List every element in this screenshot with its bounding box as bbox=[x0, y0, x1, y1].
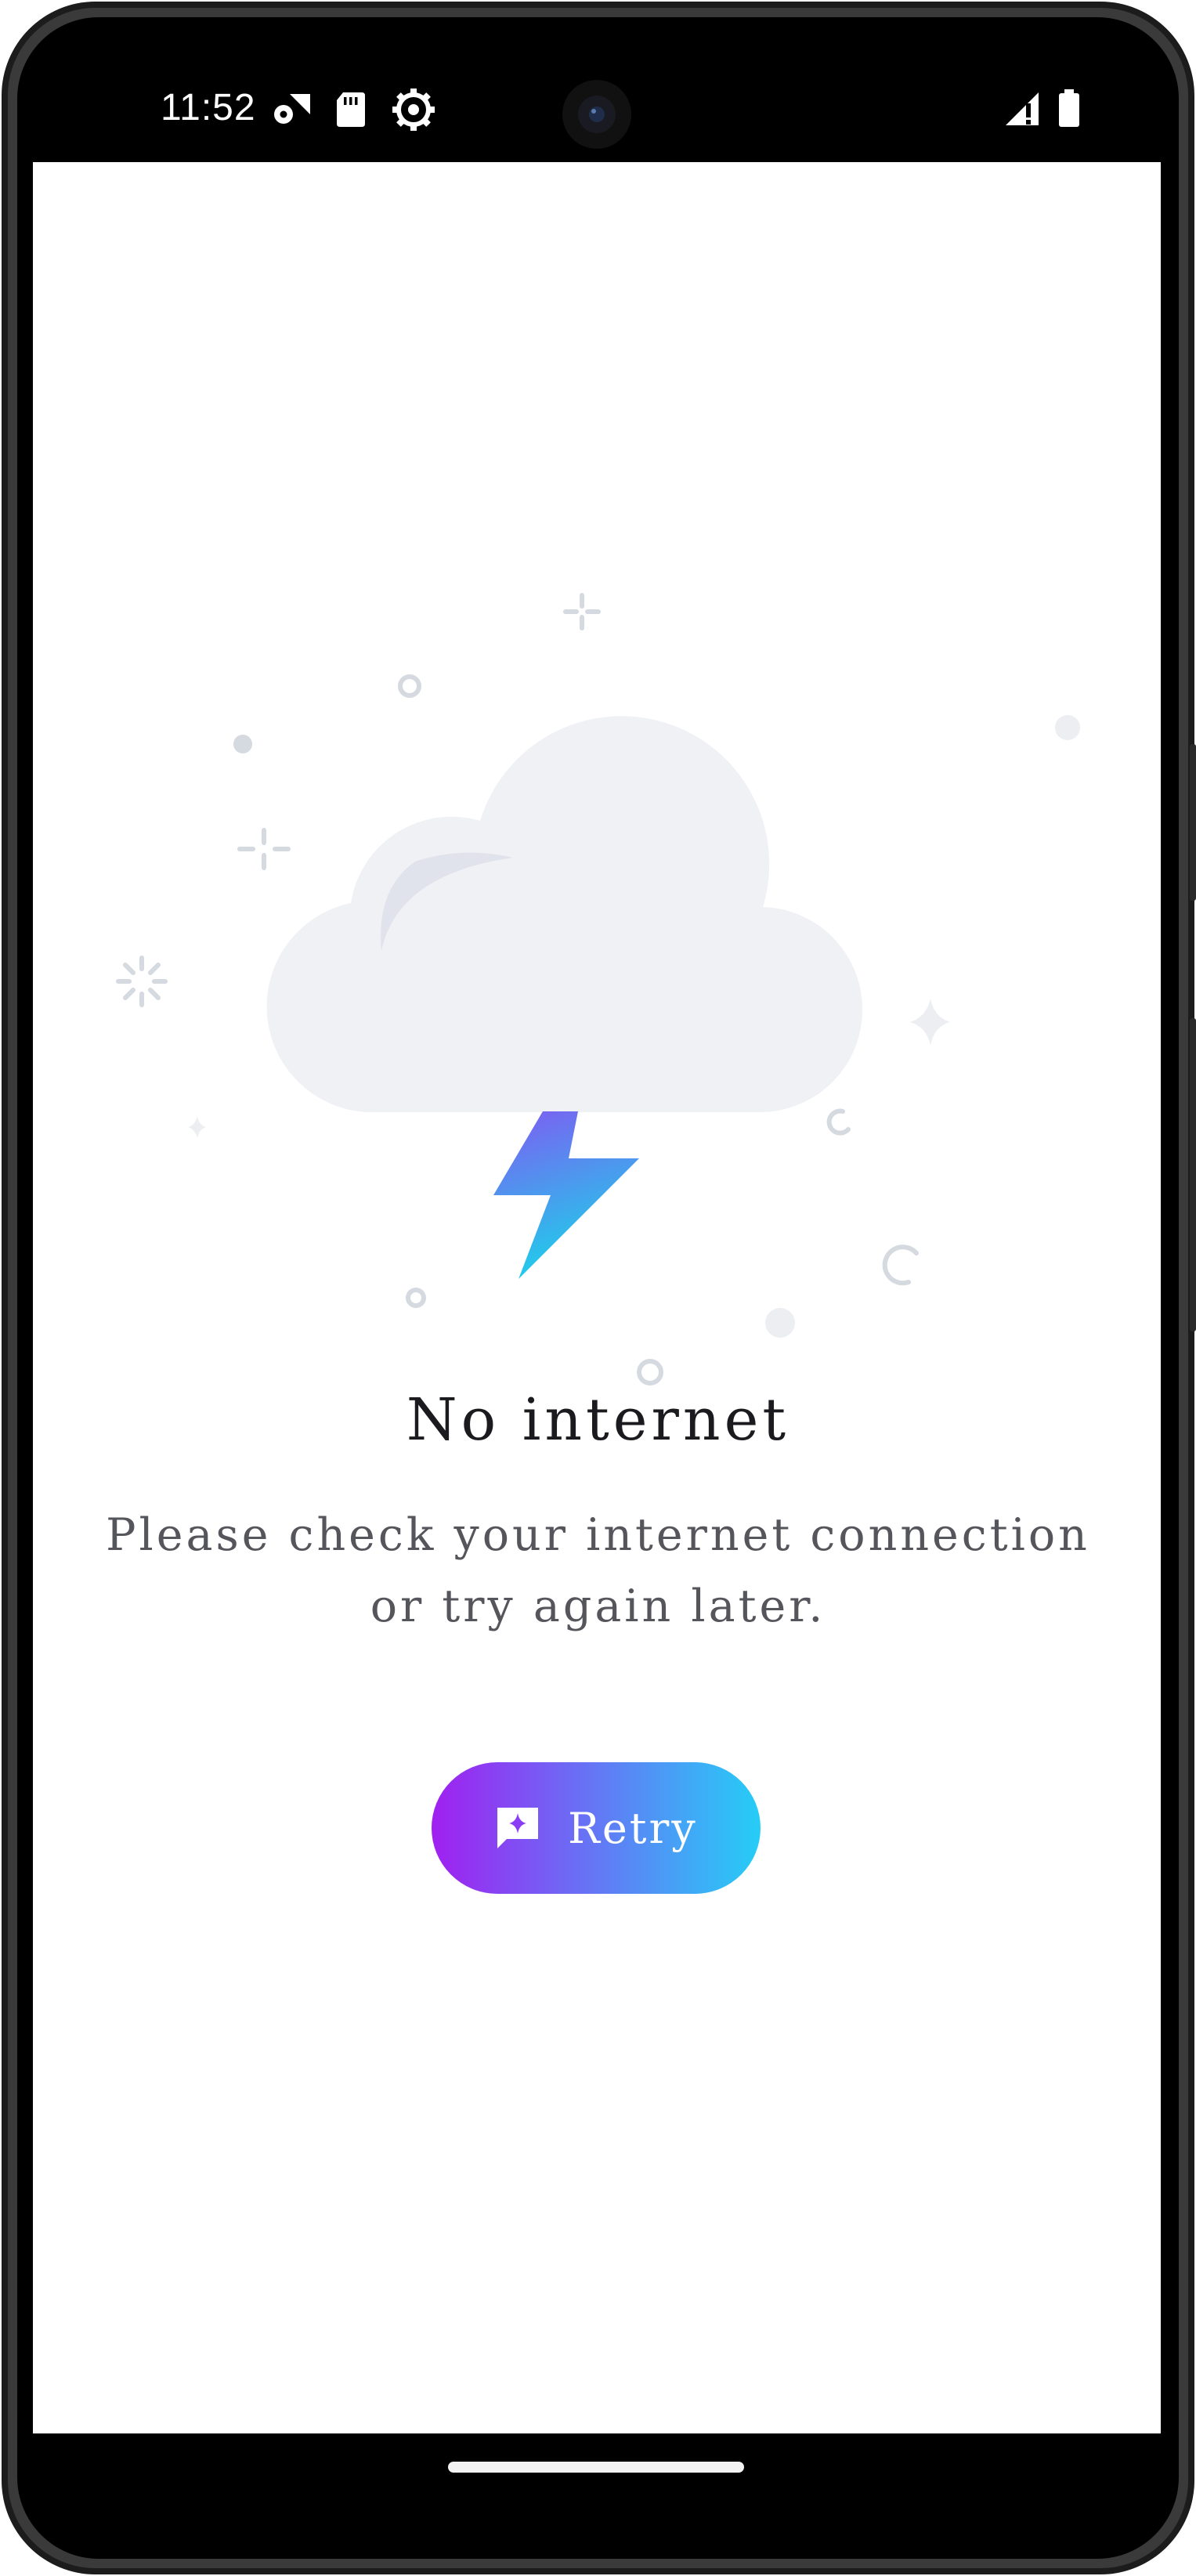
lightning-bolt bbox=[493, 1111, 639, 1279]
signal-icon bbox=[1006, 92, 1039, 125]
error-message-line-2: or try again later. bbox=[370, 1581, 826, 1632]
status-left-icons bbox=[274, 89, 435, 131]
retry-button[interactable]: Retry bbox=[432, 1762, 761, 1894]
status-time: 11:52 bbox=[161, 87, 256, 128]
cloud-shape bbox=[266, 716, 863, 1113]
settings-badge-icon bbox=[274, 94, 310, 124]
cloud-lightning-illustration bbox=[116, 593, 1080, 1386]
battery-icon bbox=[1059, 89, 1079, 127]
sd-card-icon bbox=[337, 92, 365, 127]
error-message: Please check your internet connection or… bbox=[0, 1500, 1196, 1642]
error-message-line-1: Please check your internet connection bbox=[106, 1509, 1090, 1561]
device-frame: 11:52 No internet Please check your inte… bbox=[0, 0, 1196, 2576]
front-camera bbox=[562, 80, 631, 149]
retry-button-label: Retry bbox=[568, 1803, 698, 1853]
sparkle-chat-icon bbox=[497, 1808, 539, 1848]
page-title: No internet bbox=[406, 1386, 790, 1454]
gear-icon bbox=[392, 89, 435, 131]
status-right-icons bbox=[1006, 89, 1079, 127]
home-indicator[interactable] bbox=[448, 2462, 744, 2473]
